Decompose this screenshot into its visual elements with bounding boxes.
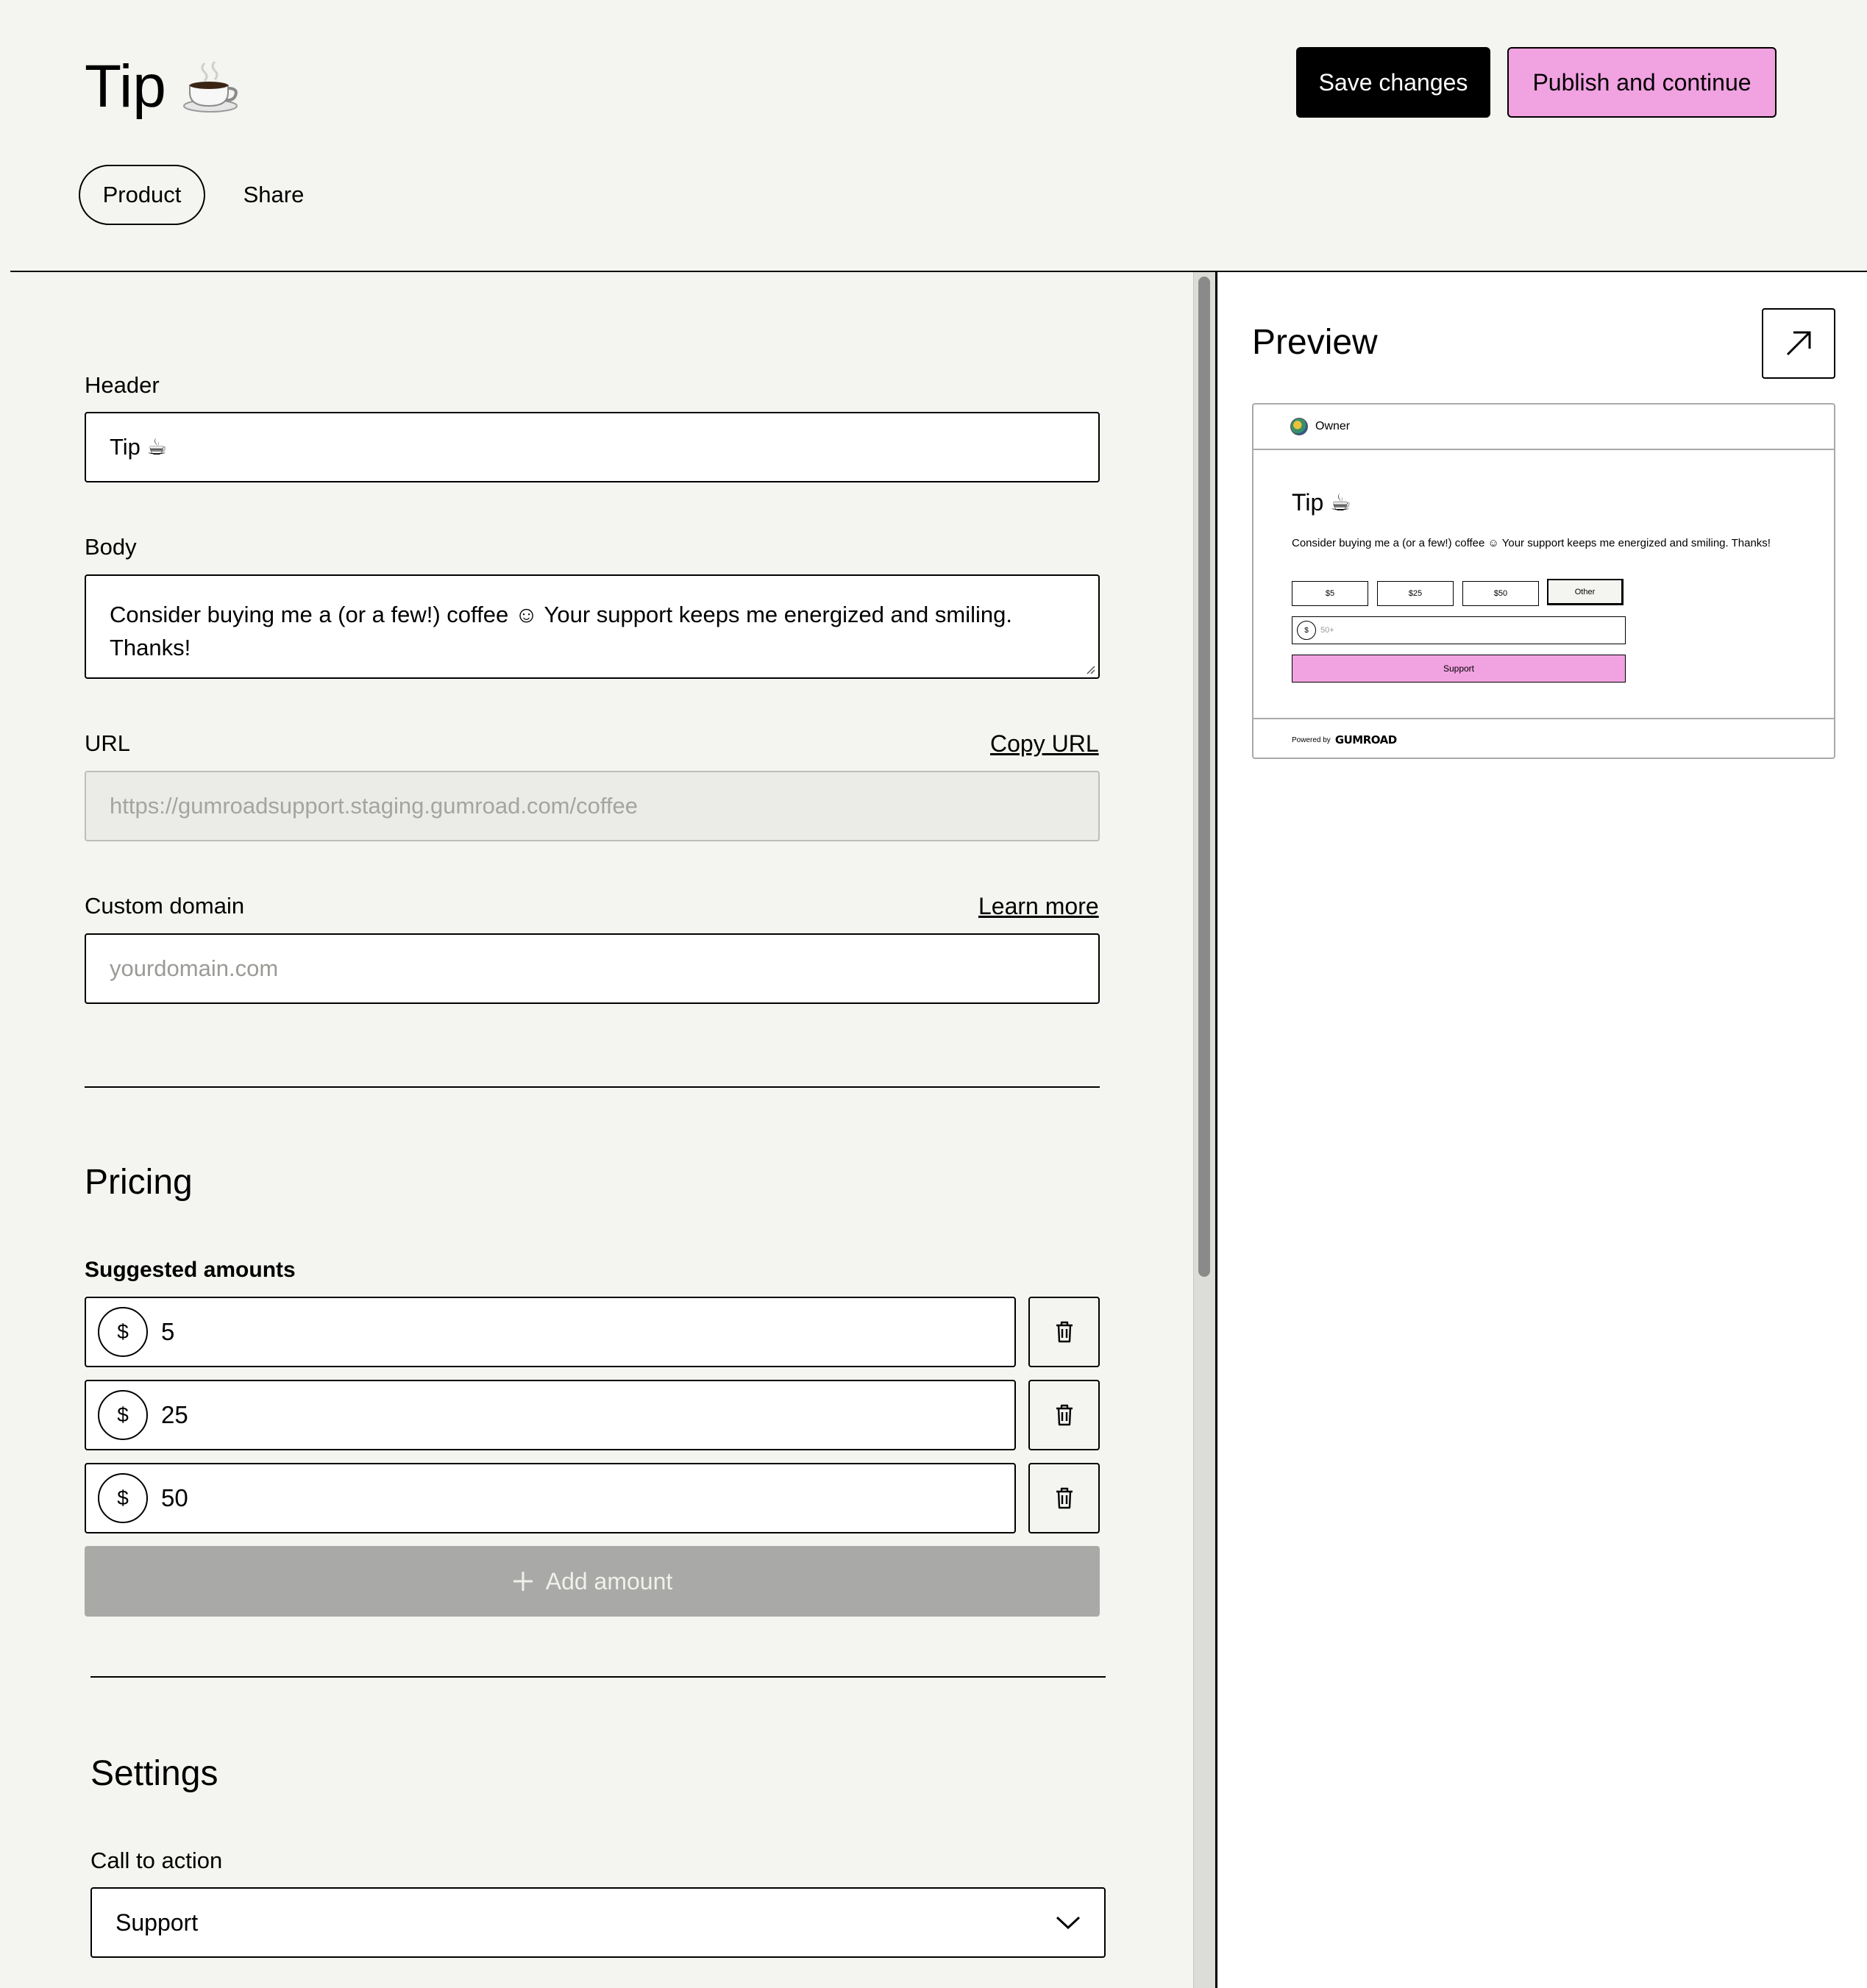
body-textarea[interactable]: Consider buying me a (or a few!) coffee … [85, 574, 1100, 679]
trash-icon [1056, 1404, 1073, 1426]
amount-input[interactable]: $ 5 [85, 1297, 1016, 1367]
learn-more-link[interactable]: Learn more [978, 893, 1099, 920]
header-input[interactable]: Tip ☕ [85, 412, 1100, 482]
call-to-action-value: Support [115, 1909, 199, 1936]
url-field-label: URL [85, 730, 131, 756]
tab-share[interactable]: Share [228, 165, 319, 225]
currency-symbol: $ [98, 1473, 148, 1523]
delete-amount-button[interactable] [1028, 1380, 1100, 1450]
delete-amount-button[interactable] [1028, 1297, 1100, 1367]
preview-owner-name: Owner [1315, 420, 1351, 432]
amount-value: 25 [161, 1401, 188, 1428]
trash-icon [1056, 1321, 1073, 1343]
preview-amount-option[interactable]: $25 [1377, 581, 1454, 606]
column-divider [1215, 271, 1217, 1988]
arrow-up-right-icon [1786, 331, 1811, 356]
preview-amount-option[interactable]: $50 [1462, 581, 1539, 606]
preview-topbar: Owner [1253, 405, 1834, 450]
scrollbar-thumb[interactable] [1198, 277, 1210, 1277]
add-amount-button[interactable]: Add amount [85, 1546, 1100, 1617]
suggested-amount-row: $ 50 [85, 1463, 1100, 1533]
delete-amount-button[interactable] [1028, 1463, 1100, 1533]
coffee-cup-icon [182, 60, 238, 113]
page-title-text: Tip [85, 53, 166, 120]
publish-and-continue-button[interactable]: Publish and continue [1507, 47, 1777, 118]
trash-icon [1056, 1487, 1073, 1509]
suggested-amount-row: $ 25 [85, 1380, 1100, 1450]
custom-domain-label: Custom domain [85, 893, 245, 919]
amount-value: 50 [161, 1484, 188, 1511]
custom-domain-input[interactable]: yourdomain.com [85, 933, 1100, 1004]
plus-icon [513, 1572, 533, 1591]
preview-support-button[interactable]: Support [1292, 655, 1626, 683]
powered-by-text: Powered by [1292, 735, 1331, 744]
preview-amount-placeholder: 50+ [1320, 626, 1334, 635]
preview-card: Owner Tip ☕ Consider buying me a (or a f… [1252, 403, 1835, 759]
gumroad-logo: GUMROAD [1334, 733, 1397, 747]
open-preview-button[interactable] [1762, 308, 1835, 379]
header-field-label: Header [85, 372, 160, 398]
app-root: Tip Save changes Publish and continue Pr… [0, 0, 1867, 1988]
add-amount-label: Add amount [545, 1567, 673, 1595]
amount-input[interactable]: $ 25 [85, 1380, 1016, 1450]
preview-title: Preview [1252, 323, 1378, 362]
preview-amount-option[interactable]: $5 [1292, 581, 1368, 606]
preview-description: Consider buying me a (or a few!) coffee … [1292, 537, 1771, 549]
amount-input[interactable]: $ 50 [85, 1463, 1016, 1533]
preview-currency-symbol: $ [1297, 621, 1316, 640]
resize-grip-icon[interactable] [1085, 664, 1095, 674]
body-textarea-text: Consider buying me a (or a few!) coffee … [110, 602, 1012, 660]
copy-url-link[interactable]: Copy URL [990, 730, 1099, 758]
call-to-action-label: Call to action [90, 1848, 223, 1873]
chevron-down-icon [1056, 1916, 1081, 1930]
preview-amount-option-other[interactable]: Other [1547, 579, 1624, 605]
settings-section-title: Settings [90, 1754, 218, 1793]
url-input: https://gumroadsupport.staging.gumroad.c… [85, 771, 1100, 841]
suggested-amounts-label: Suggested amounts [85, 1258, 296, 1282]
save-changes-button[interactable]: Save changes [1296, 47, 1490, 118]
preview-product-title: Tip ☕ [1292, 489, 1351, 516]
preview-amount-input[interactable]: $ 50+ [1292, 616, 1626, 644]
amount-value: 5 [161, 1318, 175, 1345]
avatar [1290, 418, 1308, 435]
pricing-section-title: Pricing [85, 1163, 193, 1202]
tab-product[interactable]: Product [79, 165, 205, 225]
suggested-amount-row: $ 5 [85, 1297, 1100, 1367]
currency-symbol: $ [98, 1390, 148, 1440]
section-divider [90, 1676, 1106, 1678]
body-field-label: Body [85, 534, 137, 560]
currency-symbol: $ [98, 1307, 148, 1357]
call-to-action-select[interactable]: Support [90, 1887, 1106, 1958]
preview-footer: Powered by GUMROAD [1253, 718, 1834, 758]
page-title: Tip [85, 50, 241, 124]
section-divider [85, 1086, 1100, 1088]
